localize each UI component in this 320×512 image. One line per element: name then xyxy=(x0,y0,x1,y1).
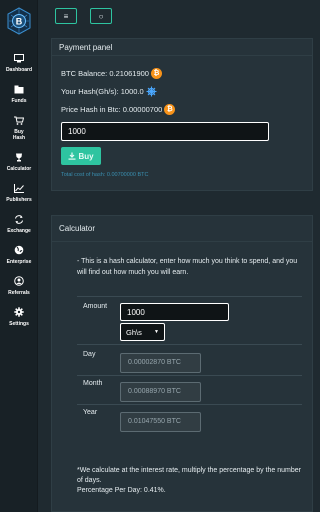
user-icon xyxy=(13,275,25,287)
percentage-text: Percentage Per Day: 0.41%. xyxy=(77,487,166,494)
payment-panel: Payment panel BTC Balance: 0.21061900 ₿ … xyxy=(51,38,313,191)
month-result-field: 0.00088970 BTC xyxy=(120,382,201,402)
year-result-field: 0.01047550 BTC xyxy=(120,412,201,432)
divider xyxy=(77,296,302,297)
calculator-description: - This is a hash calculator, enter how m… xyxy=(77,258,298,276)
sidebar-item-publishers[interactable]: Publishers xyxy=(0,182,38,203)
sidebar-item-label: Enterprise xyxy=(6,259,32,265)
sidebar-item-funds[interactable]: Funds xyxy=(0,83,38,104)
sidebar-item-calculator[interactable]: Calculator xyxy=(0,151,38,172)
sidebar-item-label: Publishers xyxy=(6,197,32,203)
buy-label: Buy xyxy=(78,151,94,161)
sidebar-item-label: Exchange xyxy=(7,228,31,234)
sidebar-item-exchange[interactable]: Exchange xyxy=(0,213,38,234)
gear-icon xyxy=(13,306,25,318)
trophy-icon xyxy=(13,151,25,163)
svg-text:B: B xyxy=(15,17,22,27)
folder-icon xyxy=(13,83,25,95)
day-label: Day xyxy=(83,351,96,358)
month-label: Month xyxy=(83,380,103,387)
sidebar-item-label: Dashboard xyxy=(5,67,33,73)
topbar: ≡ ○ xyxy=(38,0,320,32)
divider xyxy=(77,344,302,345)
menu-toggle-button[interactable]: ≡ xyxy=(55,8,77,24)
chart-icon xyxy=(13,182,25,194)
menu-icon: ≡ xyxy=(63,11,69,21)
sidebar-item-label: Calculator xyxy=(6,166,32,172)
total-cost-text: Total cost of hash: 0.00700000 BTC xyxy=(61,172,149,178)
calculator-title: Calculator xyxy=(52,216,312,242)
logo[interactable]: B xyxy=(4,6,34,36)
buy-button[interactable]: Buy xyxy=(61,147,101,165)
sidebar-item-referrals[interactable]: Referrals xyxy=(0,275,38,296)
sidebar-item-label: Settings xyxy=(9,321,29,327)
cart-icon xyxy=(13,114,25,126)
year-label: Year xyxy=(83,409,98,416)
btc-balance-row: BTC Balance: 0.21061900 ₿ xyxy=(61,68,162,79)
unit-select-value: Gh\s xyxy=(126,327,142,337)
price-row: Price Hash in Btc: 0.00000700 ₿ xyxy=(61,104,176,115)
calculator-panel: Calculator - This is a hash calculator, … xyxy=(51,215,313,512)
sidebar-item-label: Buy Hash xyxy=(12,129,26,141)
interest-note: *We calculate at the interest rate, mult… xyxy=(77,466,302,496)
circle-button[interactable]: ○ xyxy=(90,8,112,24)
bitcoin-icon: ₿ xyxy=(150,68,162,79)
divider xyxy=(77,375,302,376)
day-result-field: 0.00002870 BTC xyxy=(120,353,201,373)
globe-icon xyxy=(13,244,25,256)
unit-select[interactable]: Gh\s ▼ xyxy=(120,323,165,341)
download-icon xyxy=(68,152,76,160)
bitcoin-icon: ₿ xyxy=(164,104,176,115)
btc-balance-text: BTC Balance: 0.21061900 xyxy=(61,69,149,78)
interest-note-text: *We calculate at the interest rate, mult… xyxy=(77,467,301,484)
price-text: Price Hash in Btc: 0.00000700 xyxy=(61,105,163,114)
sidebar-item-settings[interactable]: Settings xyxy=(0,306,38,327)
monitor-icon xyxy=(13,52,25,64)
sidebar-item-enterprise[interactable]: Enterprise xyxy=(0,244,38,265)
hash-icon xyxy=(146,86,157,97)
sidebar-item-label: Referrals xyxy=(8,290,30,296)
hash-text: Your Hash(Gh/s): 1000.0 xyxy=(61,87,144,96)
hash-row: Your Hash(Gh/s): 1000.0 xyxy=(61,86,157,97)
exchange-icon xyxy=(13,213,25,225)
payment-panel-title: Payment panel xyxy=(52,39,312,56)
sidebar-item-buy-hash[interactable]: Buy Hash xyxy=(0,114,38,141)
circle-icon: ○ xyxy=(98,11,104,21)
amount-label: Amount xyxy=(83,303,108,310)
hash-amount-input[interactable]: 1000 xyxy=(61,122,269,141)
calc-amount-input[interactable]: 1000 xyxy=(120,303,229,321)
divider xyxy=(77,404,302,405)
sidebar: B Dashboard Funds Buy Hash Calculator Pu… xyxy=(0,0,38,512)
sidebar-item-label: Funds xyxy=(11,98,27,104)
chevron-down-icon: ▼ xyxy=(154,329,159,335)
sidebar-item-dashboard[interactable]: Dashboard xyxy=(0,52,38,73)
